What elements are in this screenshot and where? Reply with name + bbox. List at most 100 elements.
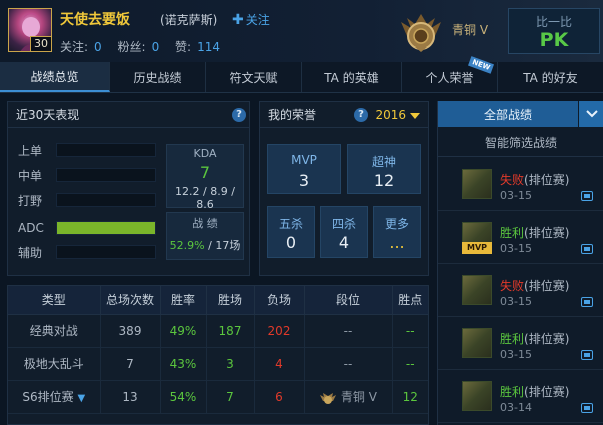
lane-bar [56, 221, 156, 235]
honor-value: 0 [285, 233, 297, 252]
record-line: 52.9% / 17场 [169, 239, 241, 252]
following-label: 关注: [60, 40, 89, 54]
mode-stats-table: 类型 总场次数 胜率 胜场 负场 段位 胜点 经典对战 389 49% 187 … [7, 285, 429, 425]
cell-rank-label: 青铜 V [340, 390, 377, 404]
match-mode: (排位赛) [524, 385, 570, 399]
match-date: 03-15 [500, 348, 532, 361]
match-item[interactable]: 胜利(排位赛) 03-15 [438, 318, 603, 370]
tab-runes[interactable]: 符文天赋 [206, 62, 302, 92]
summoner-name: 天使去要饭 [60, 12, 130, 28]
table-row[interactable]: 极地大乱斗 7 43% 3 4 -- -- [8, 347, 428, 381]
honor-mvp[interactable]: MVP 3 [267, 144, 341, 194]
level-badge: 30 [30, 36, 52, 52]
year-dropdown[interactable]: 2016 [375, 108, 420, 122]
col-header: 胜率 [160, 286, 207, 315]
match-date: 03-15 [500, 242, 532, 255]
match-result: 胜利(排位赛) [500, 330, 569, 347]
tab-label: TA 的好友 [523, 70, 578, 85]
match-item[interactable]: 失败(排位赛) 03-15 [438, 265, 603, 317]
smart-filter-button[interactable]: 智能筛选战绩 [438, 129, 603, 157]
cell-rank: -- [304, 347, 393, 381]
pk-compare-button[interactable]: 比一比 PK [508, 8, 600, 54]
chevron-down-icon[interactable] [579, 101, 603, 127]
cell-win: 3 [206, 347, 255, 381]
honor-title: 超神 [371, 155, 396, 169]
honor-more[interactable]: 更多... [373, 206, 421, 258]
match-result: 胜利(排位赛) [500, 224, 569, 241]
help-icon[interactable]: ? [232, 108, 246, 122]
tab-heroes[interactable]: TA 的英雄 [302, 62, 402, 92]
all-matches-button[interactable]: 全部战绩 [438, 101, 578, 127]
tab-history[interactable]: 历史战绩 [110, 62, 206, 92]
tab-bar: 战绩总览 历史战绩 符文天赋 TA 的英雄 个人荣誉 NEW TA 的好友 [0, 56, 603, 93]
share-icon[interactable] [581, 403, 593, 413]
col-header: 负场 [254, 286, 305, 315]
bronze-rank-small-icon [320, 392, 337, 404]
match-item[interactable]: 胜利(排位赛) 03-14 [438, 371, 603, 423]
match-result: 胜利(排位赛) [500, 383, 569, 400]
lane-row: 上单 [18, 142, 158, 158]
honor-pentakill[interactable]: 五杀 0 [267, 206, 315, 258]
kda-box: KDA 7 12.2 / 8.9 / 8.6 [166, 144, 244, 211]
match-list-panel: 全部战绩 智能筛选战绩 失败(排位赛) 03-15 MVP 胜利(排位赛) 03-15 失… [437, 101, 603, 425]
honor-title: MVP [291, 153, 317, 167]
match-date: 03-15 [500, 295, 532, 308]
games-count: 17场 [215, 239, 241, 252]
lane-row: ADC [18, 220, 158, 236]
follow-button[interactable]: ✚ 关注 [232, 11, 270, 28]
cell-win: 187 [206, 314, 255, 348]
likes-count: 114 [197, 40, 220, 54]
tab-honor[interactable]: 个人荣誉 NEW [402, 56, 498, 92]
match-mode: (排位赛) [524, 226, 570, 240]
help-icon[interactable]: ? [354, 108, 368, 122]
share-icon[interactable] [581, 244, 593, 254]
tab-label: 战绩总览 [30, 69, 79, 84]
panel-header: 近30天表现 ? [8, 102, 249, 128]
honor-legendary[interactable]: 超神 12 [347, 144, 421, 194]
cell-total: 13 [100, 380, 161, 414]
cell-points: 12 [392, 380, 428, 414]
cell-total: 7 [100, 347, 161, 381]
honor-quadrakill[interactable]: 四杀 4 [320, 206, 368, 258]
panel-title: 我的荣誉 [268, 108, 317, 122]
match-outcome: 胜利 [500, 385, 525, 399]
chevron-down-icon[interactable]: ▼ [77, 393, 85, 404]
tab-label: 个人荣誉 [425, 70, 474, 85]
fans-label: 粉丝: [117, 40, 146, 54]
honor-value: 3 [298, 171, 310, 190]
year-value: 2016 [375, 108, 406, 122]
share-icon[interactable] [581, 191, 593, 201]
table-row[interactable]: 经典对战 389 49% 187 202 -- -- [8, 314, 428, 348]
cell-type: 极地大乱斗 [8, 347, 101, 381]
col-header: 胜场 [206, 286, 255, 315]
match-mode: (排位赛) [524, 173, 570, 187]
match-item[interactable]: 失败(排位赛) 03-15 [438, 159, 603, 211]
match-outcome: 胜利 [500, 226, 525, 240]
match-result: 失败(排位赛) [500, 171, 569, 188]
tab-friends[interactable]: TA 的好友 [498, 62, 603, 92]
cell-total: 389 [100, 314, 161, 348]
kda-detail: 12.2 / 8.9 / 8.6 [175, 185, 235, 211]
match-date: 03-14 [500, 401, 532, 414]
lane-label: 辅助 [18, 245, 43, 260]
table-row[interactable]: S6排位赛 ▼ 13 54% 7 6 青铜 V 12 [8, 380, 428, 414]
champion-icon [462, 328, 492, 358]
cell-rank: 青铜 V [304, 380, 393, 414]
champion-icon [462, 275, 492, 305]
honor-panel: 我的荣誉 ? 2016 MVP 3 超神 12 五杀 0 四杀 4 更多... [259, 101, 429, 276]
fans-count[interactable]: 0 [152, 40, 160, 54]
server-name: (诺克萨斯) [160, 13, 218, 27]
lane-label: 打野 [18, 193, 43, 208]
match-item[interactable]: MVP 胜利(排位赛) 03-15 [438, 212, 603, 264]
lane-row: 打野 [18, 192, 158, 208]
stats-table: 类型 总场次数 胜率 胜场 负场 段位 胜点 经典对战 389 49% 187 … [8, 286, 428, 414]
plus-icon: ✚ [232, 12, 244, 28]
tab-overview[interactable]: 战绩总览 [0, 62, 110, 92]
caret-down-icon [410, 112, 420, 119]
share-icon[interactable] [581, 350, 593, 360]
record-box: 战 绩 52.9% / 17场 [166, 212, 244, 260]
share-icon[interactable] [581, 297, 593, 307]
tab-label: 历史战绩 [133, 70, 182, 85]
cell-lose: 6 [254, 380, 305, 414]
following-count[interactable]: 0 [94, 40, 102, 54]
